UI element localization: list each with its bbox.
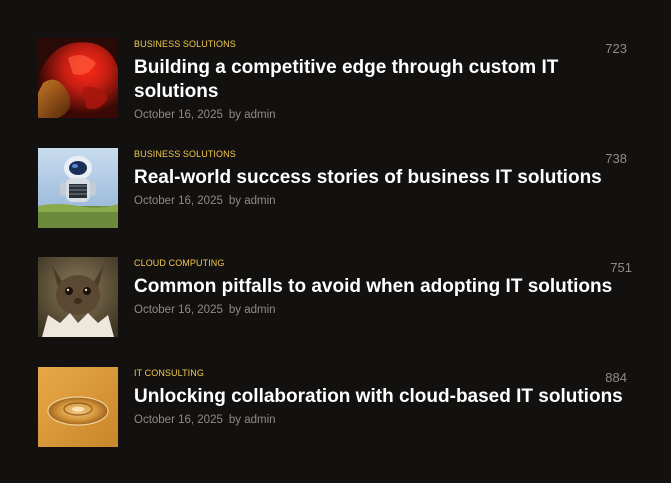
post-date: October 16, 2025 [134,304,223,316]
post-title[interactable]: Real-world success stories of business I… [134,166,624,190]
post-category[interactable]: BUSINESS SOLUTIONS [134,148,624,160]
post-list: BUSINESS SOLUTIONS Building a competitiv… [0,0,671,483]
post-category[interactable]: CLOUD COMPUTING [134,257,624,269]
post-author: by admin [228,109,276,121]
post-date: October 16, 2025 [134,414,223,426]
glass-disc-on-orange-image [38,367,118,447]
post-author: by admin [228,195,276,207]
post-meta: October 16, 2025 by admin [134,108,624,123]
post-item: BUSINESS SOLUTIONS Building a competitiv… [38,38,638,123]
post-item: BUSINESS SOLUTIONS Real-world success st… [38,148,638,230]
post-count: 723 [605,41,627,56]
post-thumbnail-red-abstract[interactable] [38,38,118,118]
post-author: by admin [228,414,276,426]
post-content: IT CONSULTING Unlocking collaboration wi… [134,367,624,428]
post-category[interactable]: BUSINESS SOLUTIONS [134,38,624,50]
post-title[interactable]: Unlocking collaboration with cloud-based… [134,385,624,409]
post-content: BUSINESS SOLUTIONS Building a competitiv… [134,38,624,123]
post-item: CLOUD COMPUTING Common pitfalls to avoid… [38,257,638,339]
post-thumbnail-robot[interactable] [38,148,118,228]
post-meta: October 16, 2025 by admin [134,303,624,318]
post-content: BUSINESS SOLUTIONS Real-world success st… [134,148,624,209]
post-count: 751 [610,260,632,275]
post-author: by admin [228,304,276,316]
red-abstract-sculpture-image [38,38,118,118]
post-content: CLOUD COMPUTING Common pitfalls to avoid… [134,257,624,318]
post-meta: October 16, 2025 by admin [134,194,624,209]
post-item: IT CONSULTING Unlocking collaboration wi… [38,367,638,449]
post-meta: October 16, 2025 by admin [134,413,624,428]
post-date: October 16, 2025 [134,195,223,207]
post-thumbnail-creature[interactable] [38,257,118,337]
post-category[interactable]: IT CONSULTING [134,367,624,379]
post-count: 884 [605,370,627,385]
robot-on-grass-image [38,148,118,228]
post-count: 738 [605,151,627,166]
post-title[interactable]: Building a competitive edge through cust… [134,56,624,104]
post-date: October 16, 2025 [134,109,223,121]
creature-hatching-image [38,257,118,337]
post-thumbnail-glass-disc[interactable] [38,367,118,447]
post-title[interactable]: Common pitfalls to avoid when adopting I… [134,275,624,299]
